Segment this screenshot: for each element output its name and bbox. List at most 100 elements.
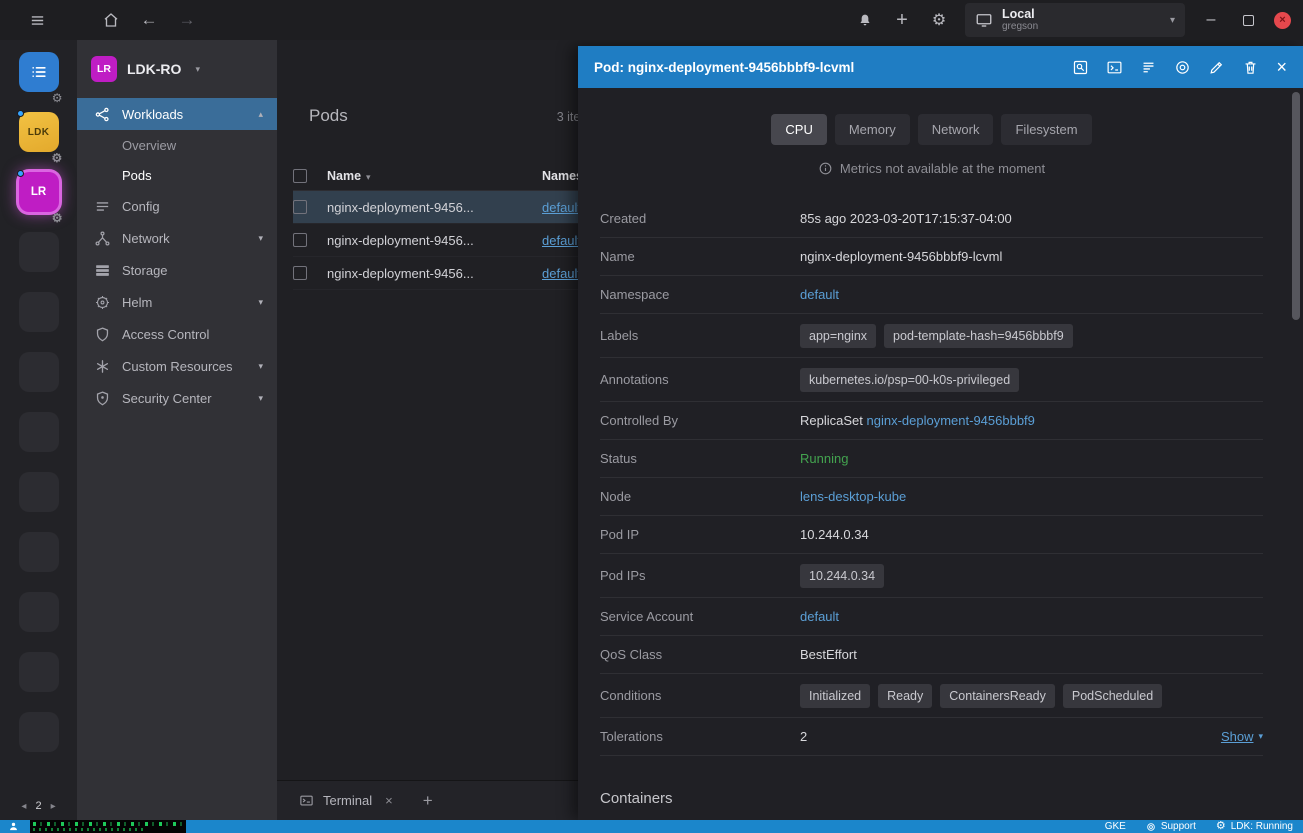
config-list-icon: [94, 198, 111, 215]
detail-row-controlled-by: Controlled By ReplicaSet nginx-deploymen…: [600, 402, 1263, 440]
titlebar: ← → + ⚙ Local gregson ▾ – ×: [0, 0, 1303, 40]
condition-badge: PodScheduled: [1063, 684, 1162, 708]
cluster-switcher[interactable]: Local gregson ▾: [965, 3, 1185, 37]
owner-kind: ReplicaSet: [800, 413, 863, 428]
close-window-button[interactable]: ×: [1274, 12, 1291, 29]
label-badge: app=nginx: [800, 324, 876, 348]
page-next-icon[interactable]: ▸: [51, 801, 56, 812]
field-value: nginx-deployment-9456bbbf9-lcvml: [800, 249, 1263, 264]
pod-logs-icon[interactable]: [1140, 59, 1157, 76]
statusbar-gke[interactable]: GKE: [1105, 821, 1126, 832]
cluster-avatar: LR: [91, 56, 117, 82]
sidebar-item-storage[interactable]: Storage: [77, 254, 277, 286]
namespace-link[interactable]: default: [542, 266, 581, 281]
row-checkbox[interactable]: [293, 266, 307, 280]
gear-icon: ⚙: [1216, 821, 1226, 832]
close-icon[interactable]: ×: [385, 793, 393, 808]
detail-row-tolerations: Tolerations 2 Show▾: [600, 718, 1263, 756]
attach-pod-icon[interactable]: [1174, 59, 1191, 76]
status-badge: Running: [800, 451, 848, 466]
field-label: Name: [600, 249, 800, 264]
inspect-icon[interactable]: [1072, 59, 1089, 76]
shield-icon: [94, 326, 111, 343]
cluster-icon-ldk[interactable]: LDK ⚙: [19, 112, 59, 152]
drawer-scrollbar-thumb[interactable]: [1292, 92, 1300, 320]
gear-icon[interactable]: ⚙: [52, 92, 63, 104]
owner-link[interactable]: nginx-deployment-9456bbbf9: [867, 413, 1035, 428]
user-person-icon[interactable]: [8, 821, 19, 832]
field-label: Conditions: [600, 688, 800, 703]
field-label: Namespace: [600, 287, 800, 302]
cluster-sidebar: LR LDK-RO ▾ Workloads ▴ Overview Pods Co…: [77, 40, 277, 820]
namespace-link[interactable]: default: [542, 233, 581, 248]
detail-row-created: Created 85s ago 2023-03-20T17:15:37-04:0…: [600, 200, 1263, 238]
page-prev-icon[interactable]: ◂: [21, 801, 26, 812]
gear-icon[interactable]: ⚙: [52, 212, 63, 224]
cluster-icon-label: LDK: [28, 127, 49, 138]
statusbar-cluster-status[interactable]: ⚙ LDK: Running: [1216, 821, 1293, 832]
status-dot: [17, 170, 24, 177]
sidebar-item-label: Security Center: [122, 391, 212, 406]
detail-row-qos-class: QoS Class BestEffort: [600, 636, 1263, 674]
column-header-name[interactable]: Name▾: [327, 169, 542, 183]
monitor-icon: [975, 11, 993, 29]
sidebar-item-label: Access Control: [122, 327, 209, 342]
field-label: Controlled By: [600, 413, 800, 428]
maximize-button[interactable]: [1237, 8, 1259, 32]
row-checkbox[interactable]: [293, 233, 307, 247]
cluster-slot-placeholder: [19, 292, 59, 332]
sidebar-item-label: Storage: [122, 263, 168, 278]
drawer-title: Pod: nginx-deployment-9456bbbf9-lcvml: [594, 60, 854, 75]
namespace-link[interactable]: default: [800, 287, 839, 302]
node-link[interactable]: lens-desktop-kube: [800, 489, 906, 504]
gear-icon[interactable]: ⚙: [51, 152, 62, 164]
show-tolerations-link[interactable]: Show▾: [1221, 729, 1263, 744]
sidebar-item-custom-resources[interactable]: Custom Resources ▾: [77, 350, 277, 382]
cluster-icon-label: LR: [31, 186, 46, 198]
minimize-button[interactable]: –: [1200, 8, 1222, 32]
namespace-link[interactable]: default: [542, 200, 581, 215]
row-checkbox[interactable]: [293, 200, 307, 214]
sidebar-item-access-control[interactable]: Access Control: [77, 318, 277, 350]
sidebar-item-config[interactable]: Config: [77, 190, 277, 222]
back-icon[interactable]: ←: [138, 8, 160, 32]
service-account-link[interactable]: default: [800, 609, 839, 624]
sidebar-item-network[interactable]: Network ▾: [77, 222, 277, 254]
detail-row-namespace: Namespace default: [600, 276, 1263, 314]
field-label: Node: [600, 489, 800, 504]
edit-pencil-icon[interactable]: [1208, 59, 1225, 76]
chevron-up-icon: ▴: [258, 109, 263, 120]
sidebar-item-security-center[interactable]: Security Center ▾: [77, 382, 277, 414]
home-icon[interactable]: [100, 8, 122, 32]
statusbar-support[interactable]: Support: [1146, 821, 1196, 832]
delete-trash-icon[interactable]: [1242, 59, 1259, 76]
terminal-tab[interactable]: Terminal ×: [299, 793, 393, 808]
terminal-peek-artifact: [30, 820, 186, 833]
new-terminal-button[interactable]: +: [423, 791, 433, 811]
tab-cpu[interactable]: CPU: [771, 114, 826, 145]
sidebar-cluster-header[interactable]: LR LDK-RO ▾: [77, 40, 277, 98]
close-drawer-icon[interactable]: ×: [1276, 58, 1287, 76]
catalog-button[interactable]: ⚙: [19, 52, 59, 92]
page-number: 2: [35, 800, 41, 812]
select-all-checkbox[interactable]: [293, 169, 307, 183]
settings-gear-icon[interactable]: ⚙: [928, 8, 950, 32]
sidebar-item-overview[interactable]: Overview: [77, 130, 277, 160]
sidebar-item-pods[interactable]: Pods: [77, 160, 277, 190]
pod-shell-icon[interactable]: [1106, 59, 1123, 76]
field-label: Service Account: [600, 609, 800, 624]
tab-filesystem[interactable]: Filesystem: [1001, 114, 1091, 145]
cluster-icon-lr-selected[interactable]: LR ⚙: [19, 172, 59, 212]
field-label: Created: [600, 211, 800, 226]
hamburger-menu-icon[interactable]: [26, 8, 48, 32]
condition-badge: Ready: [878, 684, 932, 708]
forward-icon[interactable]: →: [176, 8, 198, 32]
tab-network[interactable]: Network: [918, 114, 994, 145]
field-label: Labels: [600, 328, 800, 343]
add-icon[interactable]: +: [891, 8, 913, 32]
drawer-body: CPU Memory Network Filesystem Metrics no…: [578, 88, 1303, 820]
notifications-bell-icon[interactable]: [854, 8, 876, 32]
sidebar-item-helm[interactable]: Helm ▾: [77, 286, 277, 318]
sidebar-item-workloads[interactable]: Workloads ▴: [77, 98, 277, 130]
tab-memory[interactable]: Memory: [835, 114, 910, 145]
